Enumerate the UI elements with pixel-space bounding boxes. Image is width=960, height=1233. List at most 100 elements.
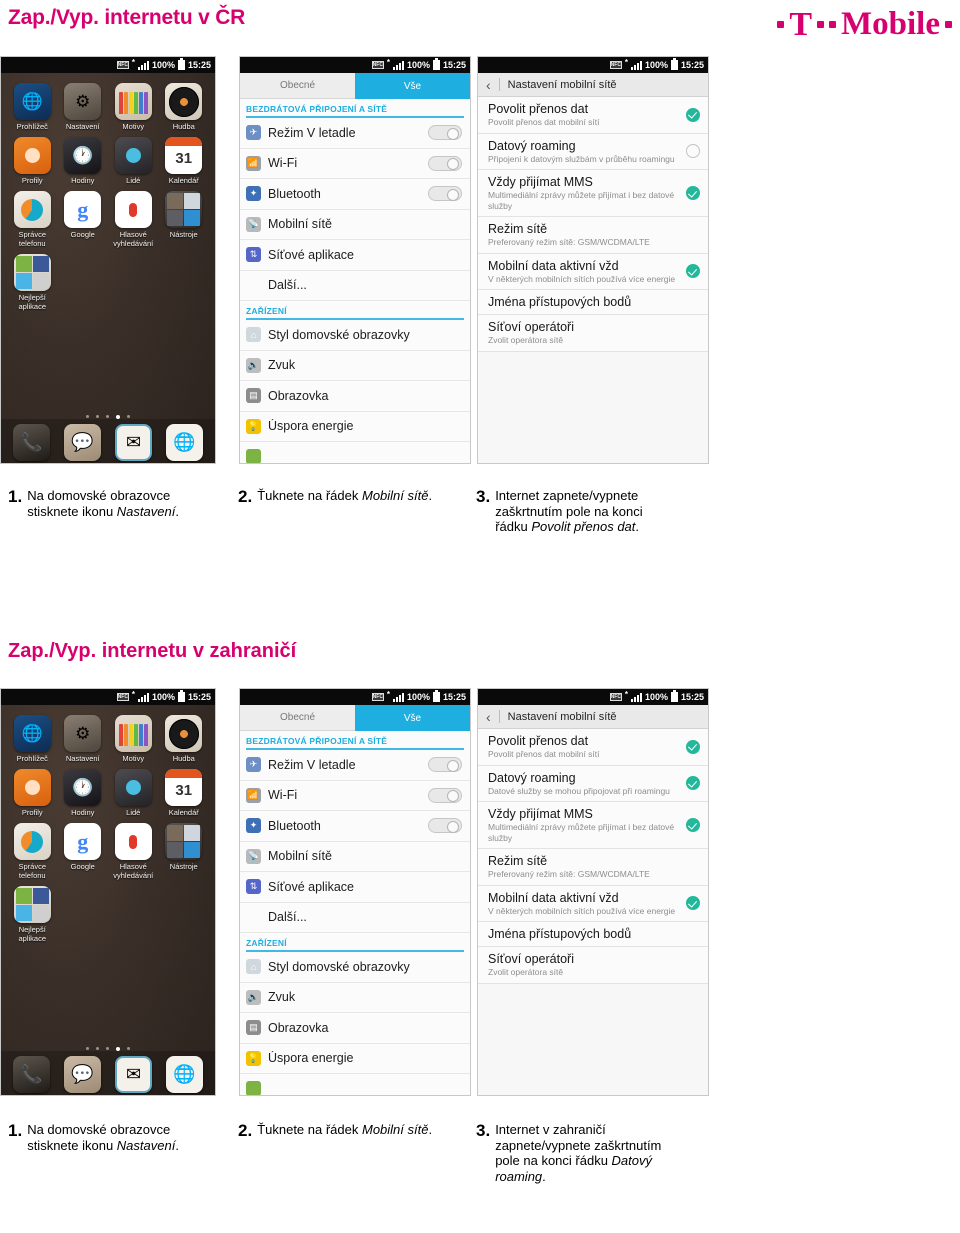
toggle-re-im-v-letadle[interactable] [428,757,462,773]
page-dot-0[interactable] [86,415,89,418]
network-row[interactable]: Jména přístupových bodů [478,290,708,315]
home-app-lid-[interactable]: Lidé [108,137,159,185]
settings-row[interactable]: ▤ Obrazovka [240,381,470,412]
settings-row[interactable]: ✦ Bluetooth [240,179,470,210]
checkbox-checked[interactable] [686,739,700,754]
settings-row[interactable]: ⇅ Síťové aplikace [240,872,470,903]
home-app-spr-vce-telefonu[interactable]: Správce telefonu [7,823,58,880]
toggle-wi-fi[interactable] [428,155,462,171]
page-dot-4[interactable] [127,1047,130,1050]
network-row[interactable]: Jména přístupových bodů [478,922,708,947]
home-app-nastaven-[interactable]: ⚙ Nastavení [58,715,109,763]
home-app-hudba[interactable]: Hudba [159,715,210,763]
settings-row[interactable]: ⌂ Styl domovské obrazovky [240,952,470,983]
network-row[interactable]: Režim sítě Preferovaný režim sítě: GSM/W… [478,849,708,886]
settings-row[interactable]: ▤ Obrazovka [240,1013,470,1044]
toggle-re-im-v-letadle[interactable] [428,125,462,141]
home-app-hodiny[interactable]: 🕐 Hodiny [58,137,109,185]
toggle-bluetooth[interactable] [428,186,462,202]
phone-dialer-icon[interactable]: 📞 [13,423,50,461]
back-chevron-icon[interactable]: ‹ [486,710,491,724]
home-app-spr-vce-telefonu[interactable]: Správce telefonu [7,191,58,248]
settings-row[interactable]: Další... [240,271,470,301]
settings-row[interactable]: 📶 Wi-Fi [240,781,470,811]
checkbox-unchecked[interactable] [686,144,700,159]
browser-globe-icon[interactable]: 🌐 [166,1055,203,1093]
settings-row[interactable]: 💡 Úspora energie [240,412,470,442]
settings-row[interactable]: ✈ Režim V letadle [240,118,470,149]
home-app-motivy[interactable]: Motivy [108,83,159,131]
network-row[interactable]: Mobilní data aktivní vžd V některých mob… [478,253,708,290]
home-app-kalend-[interactable]: 31 Kalendář [159,137,210,185]
network-row[interactable]: Povolit přenos dat Povolit přenos dat mo… [478,97,708,134]
home-app-profily[interactable]: Profily [7,137,58,185]
settings-row[interactable]: 🔊 Zvuk [240,351,470,381]
browser-globe-icon[interactable]: 🌐 [166,423,203,461]
messages-bubble-icon[interactable]: 💬 [64,423,101,461]
email-envelope-icon[interactable]: ✉ [115,1055,152,1093]
status-bar: NFC * 100% 15:25 [1,689,215,705]
home-app-google[interactable]: g Google [58,191,109,248]
page-dot-2[interactable] [106,415,109,418]
settings-row[interactable]: ✦ Bluetooth [240,811,470,842]
settings-row[interactable]: 📡 Mobilní sítě [240,210,470,240]
page-dot-4[interactable] [127,415,130,418]
settings-row[interactable]: ⇅ Síťové aplikace [240,240,470,271]
checkbox-checked[interactable] [686,264,700,279]
settings-tab-vše[interactable]: Vše [355,73,470,99]
page-dot-1[interactable] [96,415,99,418]
home-app-nejlep-aplikace[interactable]: Nejlepší aplikace [7,254,58,311]
settings-row[interactable]: ✈ Režim V letadle [240,750,470,781]
network-row[interactable]: Síťoví operátoři Zvolit operátora sítě [478,947,708,984]
home-app-hodiny[interactable]: 🕐 Hodiny [58,769,109,817]
checkbox-checked[interactable] [686,186,700,200]
settings-row[interactable]: ⌂ Styl domovské obrazovky [240,320,470,351]
home-app-google[interactable]: g Google [58,823,109,880]
network-row[interactable]: Síťoví operátoři Zvolit operátora sítě [478,315,708,352]
phone-dialer-icon[interactable]: 📞 [13,1055,50,1093]
network-row[interactable]: Datový roaming Připojení k datovým služb… [478,133,708,170]
page-dot-1[interactable] [96,1047,99,1050]
settings-row[interactable]: 📡 Mobilní sítě [240,842,470,872]
home-app-hlasov-vyhled-v-n-[interactable]: Hlasové vyhledávání [108,823,159,880]
network-row[interactable]: Povolit přenos dat Povolit přenos dat mo… [478,729,708,766]
network-row[interactable]: Režim sítě Preferovaný režim sítě: GSM/W… [478,217,708,254]
home-app-prohl-e-[interactable]: 🌐 Prohlížeč [7,715,58,763]
checkbox-checked[interactable] [686,776,700,791]
messages-bubble-icon[interactable]: 💬 [64,1055,101,1093]
toggle-wi-fi[interactable] [428,787,462,803]
settings-tab-obecné[interactable]: Obecné [240,705,355,731]
settings-tab-vše[interactable]: Vše [355,705,470,731]
network-row[interactable]: Mobilní data aktivní vžd V některých mob… [478,885,708,922]
settings-tab-obecné[interactable]: Obecné [240,73,355,99]
home-app-nejlep-aplikace[interactable]: Nejlepší aplikace [7,886,58,943]
home-app-nastaven-[interactable]: ⚙ Nastavení [58,83,109,131]
network-row[interactable]: Vždy přijímat MMS Multimediální zprávy m… [478,170,708,217]
home-app-profily[interactable]: Profily [7,769,58,817]
email-envelope-icon[interactable]: ✉ [115,423,152,461]
checkbox-checked[interactable] [686,896,700,911]
home-app-kalend-[interactable]: 31 Kalendář [159,769,210,817]
settings-row[interactable] [240,442,470,463]
settings-row[interactable] [240,1074,470,1095]
page-dot-2[interactable] [106,1047,109,1050]
home-app-prohl-e-[interactable]: 🌐 Prohlížeč [7,83,58,131]
settings-row[interactable]: 🔊 Zvuk [240,983,470,1013]
page-dot-0[interactable] [86,1047,89,1050]
home-app-n-stroje[interactable]: Nástroje [159,823,210,880]
checkbox-checked[interactable] [686,818,700,832]
home-app-hudba[interactable]: Hudba [159,83,210,131]
settings-row[interactable]: Další... [240,903,470,933]
home-app-hlasov-vyhled-v-n-[interactable]: Hlasové vyhledávání [108,191,159,248]
toggle-bluetooth[interactable] [428,818,462,834]
network-row-subtitle: Povolit přenos dat mobilní sítí [488,117,600,127]
back-chevron-icon[interactable]: ‹ [486,78,491,92]
checkbox-checked[interactable] [686,107,700,122]
network-row[interactable]: Datový roaming Datové služby se mohou př… [478,765,708,802]
home-app-n-stroje[interactable]: Nástroje [159,191,210,248]
network-row[interactable]: Vždy přijímat MMS Multimediální zprávy m… [478,802,708,849]
settings-row[interactable]: 📶 Wi-Fi [240,149,470,179]
settings-row[interactable]: 💡 Úspora energie [240,1044,470,1074]
home-app-motivy[interactable]: Motivy [108,715,159,763]
home-app-lid-[interactable]: Lidé [108,769,159,817]
